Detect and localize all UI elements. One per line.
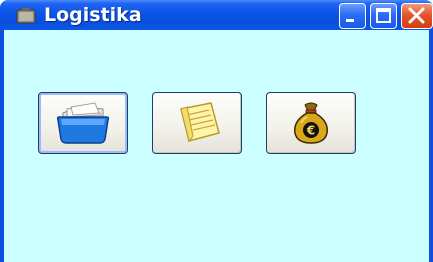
title-bar[interactable]: Logistika [0,0,433,30]
app-window: Logistika € [0,0,433,262]
minimize-button[interactable] [339,3,366,29]
window-app-icon[interactable] [16,7,36,25]
minimize-icon [346,19,354,22]
window-client-area: € [4,30,429,262]
folder-icon [56,102,110,144]
maximize-button[interactable] [370,3,397,29]
close-button[interactable] [401,3,433,29]
close-icon [408,7,425,24]
svg-text:€: € [306,124,315,138]
notepad-button[interactable] [152,92,242,154]
money-bag-euro-icon: € [294,102,328,144]
notepad-icon [180,102,220,143]
folder-button[interactable] [38,92,128,154]
window-title: Logistika [44,4,142,26]
money-bag-button[interactable]: € [266,92,356,154]
maximize-icon [376,8,391,23]
